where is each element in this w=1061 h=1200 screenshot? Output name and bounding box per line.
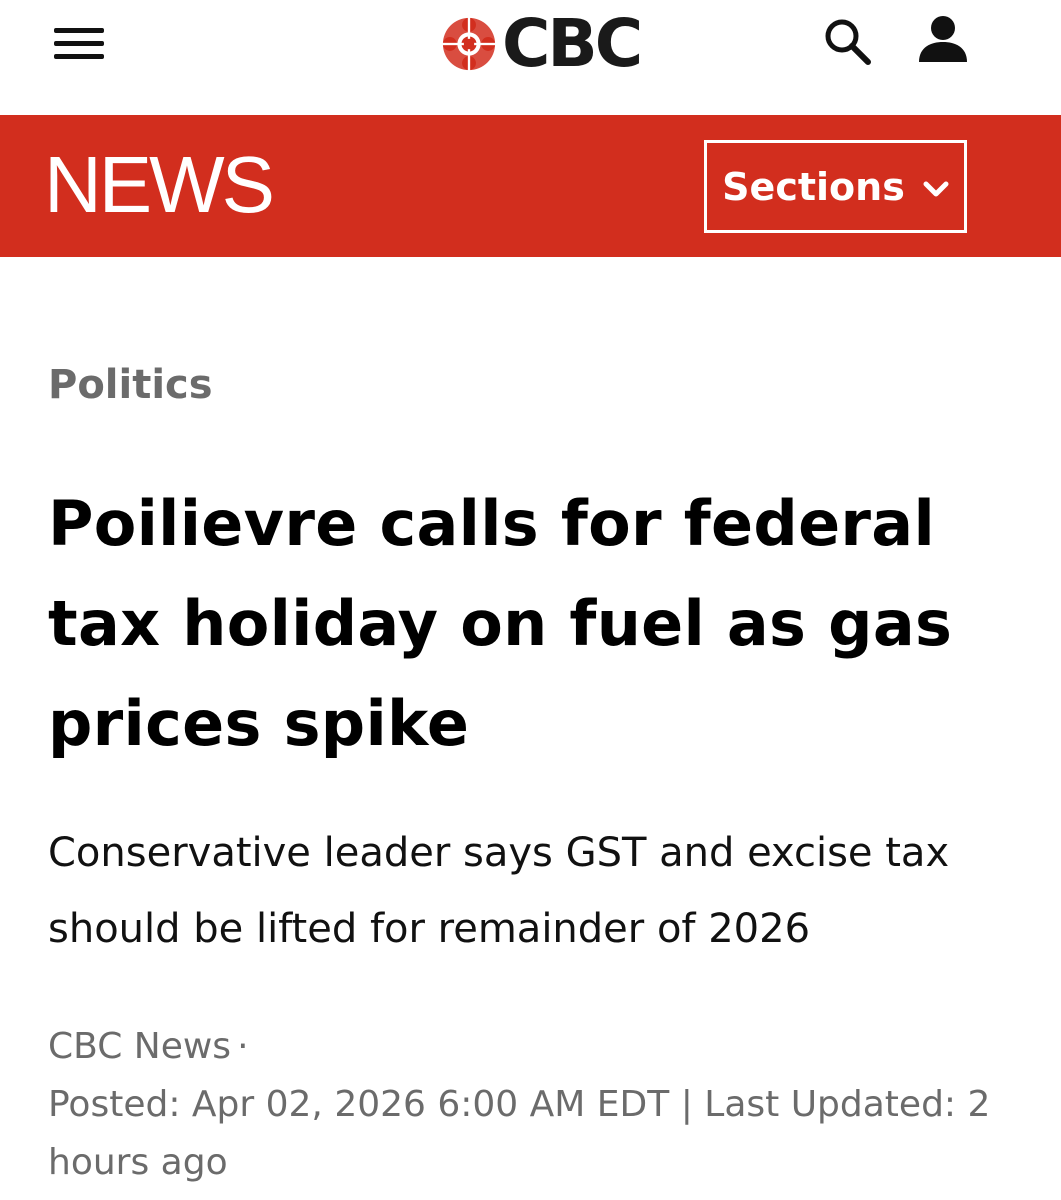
- sections-button[interactable]: Sections: [704, 140, 967, 233]
- byline-separator: ·: [237, 1026, 249, 1067]
- article-deck: Conservative leader says GST and excise …: [48, 830, 950, 952]
- article-timestamp: Posted: Apr 02, 2026 6:00 AM EDT | Last …: [48, 1084, 991, 1183]
- user-icon: [919, 16, 967, 62]
- article-byline: CBC News ·: [48, 1018, 249, 1076]
- search-button[interactable]: [822, 16, 874, 68]
- cbc-gem-icon: [441, 16, 497, 72]
- profile-button[interactable]: [917, 14, 969, 66]
- sections-label: Sections: [722, 164, 905, 209]
- hamburger-menu-icon[interactable]: [54, 26, 106, 62]
- news-section-bar: NEWS Sections: [0, 115, 1061, 257]
- logo-text: CBC: [502, 5, 643, 82]
- search-icon: [825, 19, 871, 65]
- news-title[interactable]: NEWS: [44, 145, 275, 225]
- menu-line: [54, 28, 104, 33]
- byline-author: CBC News: [48, 1026, 232, 1067]
- article-headline: Poilievre calls for federal tax holiday …: [48, 487, 953, 760]
- chevron-down-icon: [923, 181, 949, 196]
- cbc-logo[interactable]: CBC: [440, 5, 643, 82]
- menu-line: [54, 54, 104, 59]
- top-navigation-bar: CBC: [0, 0, 1061, 115]
- menu-line: [54, 41, 104, 46]
- category-link[interactable]: Politics: [48, 362, 213, 408]
